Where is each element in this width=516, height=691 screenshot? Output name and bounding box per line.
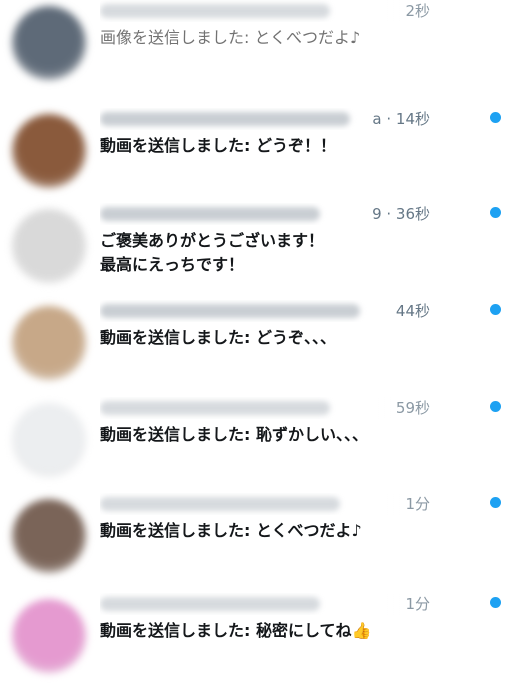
message-preview: 動画を送信しました: どうぞ！！	[100, 136, 336, 155]
avatar[interactable]	[12, 499, 86, 573]
timestamp: 59秒	[377, 397, 430, 419]
redacted-sender-name	[100, 497, 340, 511]
avatar[interactable]	[12, 6, 86, 80]
sender-meta: 44秒	[100, 300, 430, 322]
timestamp: a · 14秒	[354, 108, 430, 130]
avatar[interactable]	[12, 403, 86, 477]
conversation-row[interactable]: 1分 動画を送信しました: とくべつだよ♪	[0, 493, 516, 591]
sender-meta: 1分	[100, 493, 430, 515]
sender-meta: a · 14秒	[100, 108, 430, 130]
redacted-sender-name	[100, 401, 330, 415]
timestamp: 1分	[387, 493, 430, 515]
unread-indicator	[490, 597, 501, 608]
timestamp: 1分	[387, 593, 430, 615]
timestamp: 44秒	[377, 300, 430, 322]
message-preview: ご褒美ありがとうございます！ 最高にえっちです！	[100, 231, 325, 274]
conversation-row[interactable]: 59秒 動画を送信しました: 恥ずかしい、、、	[0, 397, 516, 495]
sender-meta: 9 · 36秒	[100, 203, 430, 225]
unread-indicator	[490, 207, 501, 218]
message-preview: 動画を送信しました: 秘密にしてね👍	[100, 621, 372, 640]
redacted-sender-name	[100, 597, 320, 611]
redacted-sender-name	[100, 207, 320, 221]
unread-indicator	[490, 497, 501, 508]
message-preview: 動画を送信しました: 恥ずかしい、、、	[100, 425, 368, 444]
unread-indicator	[490, 304, 501, 315]
conversation-row[interactable]: 1分 動画を送信しました: 秘密にしてね👍	[0, 593, 516, 691]
conversation-row[interactable]: 9 · 36秒 ご褒美ありがとうございます！ 最高にえっちです！	[0, 203, 516, 301]
timestamp: 9 · 36秒	[354, 203, 430, 225]
avatar[interactable]	[12, 209, 86, 283]
conversation-row[interactable]: a · 14秒 動画を送信しました: どうぞ！！	[0, 108, 516, 206]
sender-meta: 59秒	[100, 397, 430, 419]
unread-indicator	[490, 112, 501, 123]
avatar[interactable]	[12, 114, 86, 188]
conversation-row[interactable]: 2秒 画像を送信しました: とくべつだよ♪	[0, 0, 516, 98]
sender-meta: 1分	[100, 593, 430, 615]
timestamp: 2秒	[387, 0, 430, 22]
redacted-sender-name	[100, 4, 330, 18]
redacted-sender-name	[100, 112, 350, 126]
sender-meta: 2秒	[100, 0, 430, 22]
message-preview: 動画を送信しました: とくべつだよ♪	[100, 521, 362, 540]
message-preview: 動画を送信しました: どうぞ、、、	[100, 328, 336, 347]
avatar[interactable]	[12, 306, 86, 380]
avatar[interactable]	[12, 599, 86, 673]
dm-conversation-list: 2秒 画像を送信しました: とくべつだよ♪ a · 14秒 動画を送信しました:…	[0, 0, 516, 680]
conversation-row[interactable]: 44秒 動画を送信しました: どうぞ、、、	[0, 300, 516, 398]
redacted-sender-name	[100, 304, 360, 318]
unread-indicator	[490, 401, 501, 412]
message-preview: 画像を送信しました: とくべつだよ♪	[100, 28, 361, 47]
